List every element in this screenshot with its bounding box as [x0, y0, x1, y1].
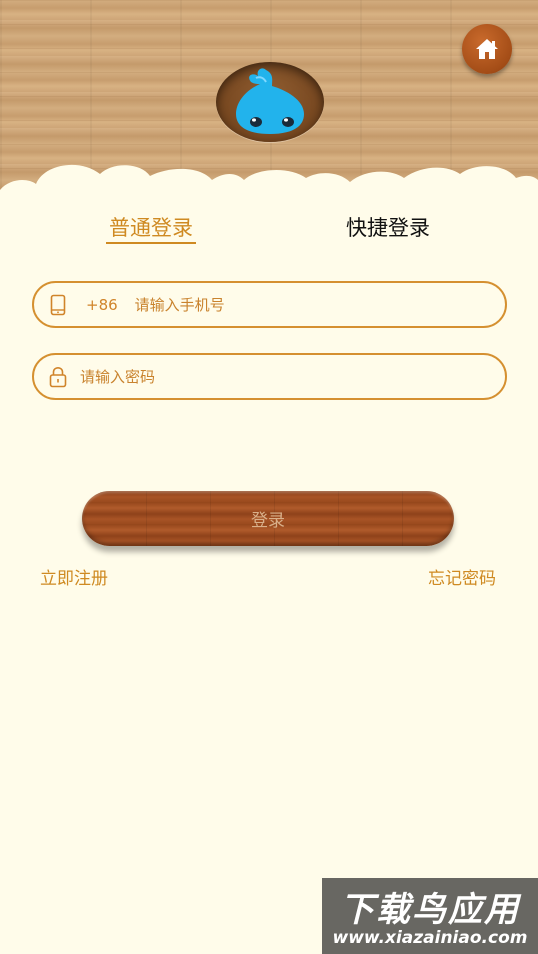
cloud-border [0, 164, 538, 200]
phone-field[interactable]: +86 [32, 281, 507, 328]
password-field[interactable] [32, 353, 507, 400]
forgot-password-link[interactable]: 忘记密码 [428, 564, 496, 589]
phone-input[interactable] [134, 295, 475, 314]
header-wood-banner [0, 0, 538, 200]
phone-icon [46, 293, 70, 317]
watermark-url: www.xiazainiao.com [332, 928, 528, 948]
password-input[interactable] [80, 367, 480, 386]
tab-quick-login[interactable]: 快捷登录 [346, 212, 430, 242]
tab-normal-login[interactable]: 普通登录 [109, 212, 193, 242]
register-link[interactable]: 立即注册 [40, 564, 108, 589]
site-watermark: 下载鸟应用 www.xiazainiao.com [322, 878, 538, 954]
lock-icon [46, 365, 70, 389]
country-code-prefix: +86 [86, 295, 118, 314]
mascot-logo-icon [236, 68, 304, 134]
login-button[interactable]: 登录 [82, 491, 454, 546]
home-icon [476, 39, 498, 59]
watermark-title: 下载鸟应用 [340, 890, 520, 930]
home-button[interactable] [462, 24, 512, 74]
active-tab-underline [106, 242, 196, 244]
